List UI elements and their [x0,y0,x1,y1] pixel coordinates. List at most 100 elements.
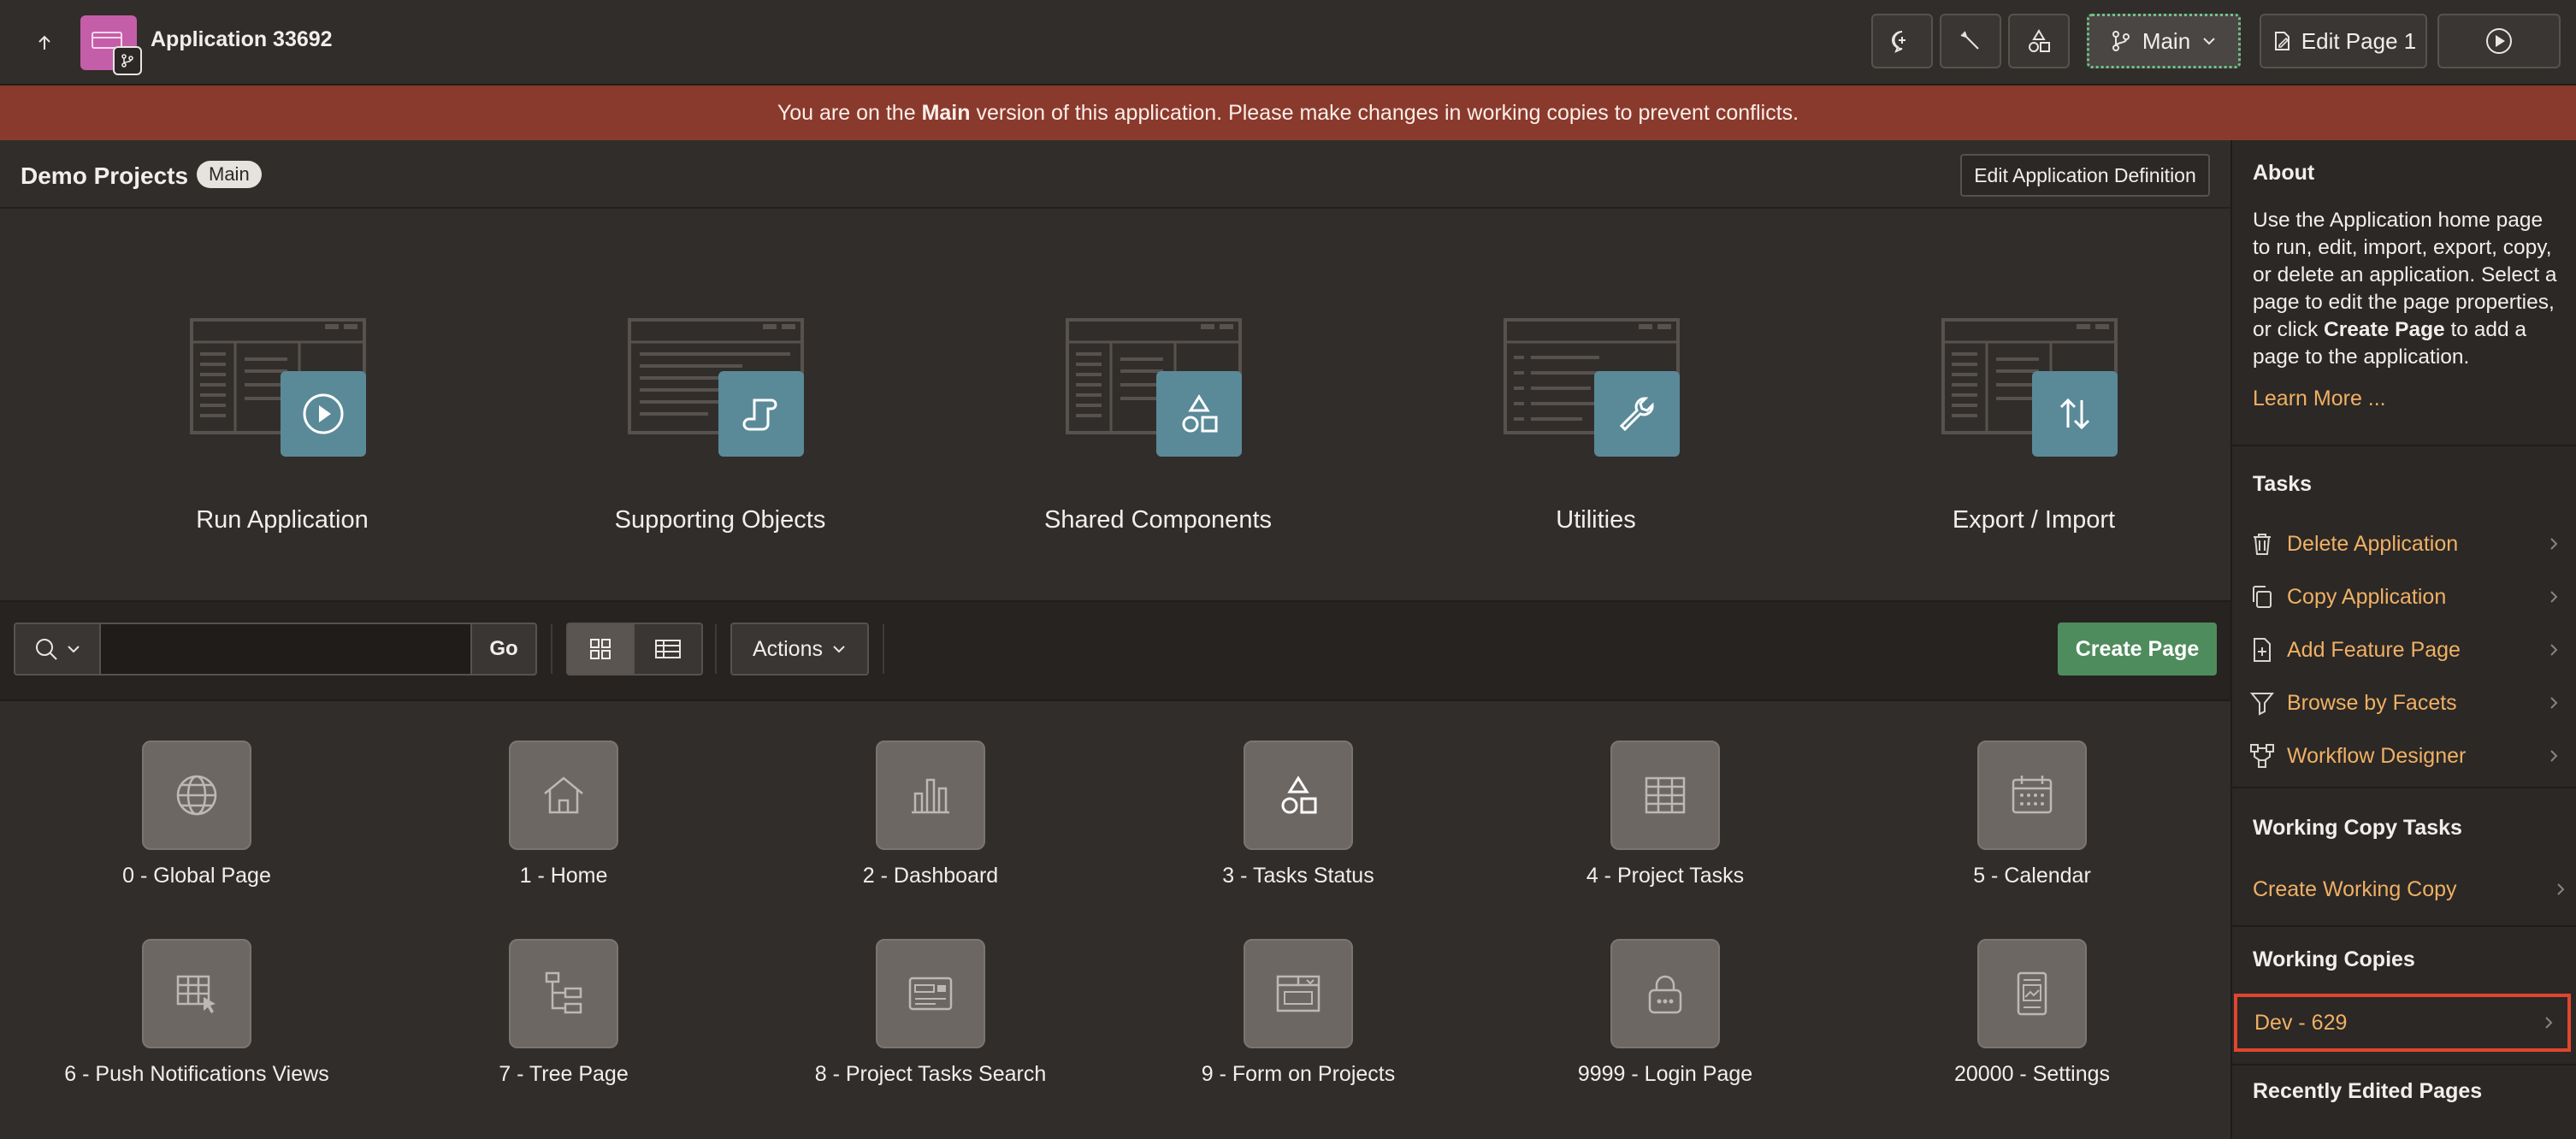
tree-icon [509,939,618,1048]
edit-page-button[interactable]: Edit Page 1 [2260,14,2427,68]
app-tile-supporting-objects[interactable]: Supporting Objects [592,316,848,556]
page-name: 7 - Tree Page [499,1062,629,1086]
run-page-button[interactable] [2437,14,2561,68]
branch-icon [2112,31,2130,51]
search-form-icon [876,939,985,1048]
banner-prefix: You are on the [777,100,922,125]
chevron-right-icon [2550,644,2558,656]
banner-branch: Main [921,100,971,125]
app-logo [80,15,142,75]
wrench-icon [1594,371,1680,457]
up-down-arrows-icon [2032,371,2118,457]
page-name: 20000 - Settings [1953,1062,2111,1086]
divider [551,624,552,674]
page-card[interactable]: 9999 - Login Page [1494,939,1836,1127]
shared-components-button[interactable] [2008,14,2070,68]
page-card[interactable]: 0 - Global Page [26,741,368,929]
search-input[interactable] [101,623,470,676]
grid-cursor-icon [142,939,251,1048]
scroll-icon [718,371,804,457]
about-text: Use the Application home page to run, ed… [2253,207,2561,371]
actions-label: Actions [753,636,823,661]
learn-more-link[interactable]: Learn More ... [2253,387,2386,411]
task-workflow-designer[interactable]: Workflow Designer [2246,734,2562,778]
tile-label: Utilities [1556,506,1636,534]
tile-label: Supporting Objects [614,506,826,534]
edit-page-icon [2274,32,2289,50]
recently-edited-heading: Recently Edited Pages [2253,1079,2483,1103]
page-card[interactable]: 8 - Project Tasks Search [759,939,1102,1127]
shapes-icon [2029,29,2050,52]
icon-view-button[interactable] [566,623,635,676]
chevron-right-icon [2550,750,2558,762]
feedback-button[interactable] [1871,14,1933,68]
about-bold: Create Page [2324,318,2445,341]
edit-page-label: Edit Page 1 [2301,27,2417,54]
app-tile-shared-components[interactable]: Shared Components [1030,316,1286,556]
task-label: Copy Application [2287,584,2447,609]
tile-label: Run Application [196,506,369,534]
form-icon [1244,939,1353,1048]
table-icon [1610,741,1720,850]
filter-icon [2246,687,2278,719]
up-arrow-icon[interactable] [26,24,63,62]
banner-suffix: version of this application. Please make… [970,100,1799,125]
working-copy-item[interactable]: Dev - 629 [2234,994,2571,1052]
developer-tools-button[interactable] [1940,14,2001,68]
tile-label: Shared Components [1044,506,1272,534]
page-name: 5 - Calendar [1973,864,2091,888]
divider [0,207,2230,209]
page-card[interactable]: 4 - Project Tasks [1494,741,1836,929]
chat-plus-icon [1892,31,1905,53]
page-card[interactable]: 2 - Dashboard [759,741,1102,929]
page-card[interactable]: 7 - Tree Page [393,939,735,1127]
chevron-right-icon [2550,538,2558,550]
calendar-icon [1977,741,2087,850]
chevron-down-icon [68,646,80,653]
task-copy-application[interactable]: Copy Application [2246,575,2562,619]
about-heading: About [2253,161,2315,185]
working-copy-label: Dev - 629 [2254,1010,2348,1035]
page-name: 8 - Project Tasks Search [814,1062,1047,1086]
task-add-feature-page[interactable]: Add Feature Page [2246,628,2562,672]
chevron-right-icon [2550,591,2558,603]
tasks-heading: Tasks [2253,472,2313,496]
page-name: 4 - Project Tasks [1586,864,1745,888]
task-browse-by-facets[interactable]: Browse by Facets [2246,681,2562,725]
edit-application-definition-button[interactable]: Edit Application Definition [1960,154,2210,197]
page-card[interactable]: 20000 - Settings [1861,939,2203,1127]
branch-badge-icon [113,46,142,75]
branch-selector[interactable]: Main [2087,14,2241,68]
app-title: Application 33692 [151,27,333,51]
chevron-right-icon [2550,697,2558,709]
lock-icon [1610,939,1720,1048]
go-button[interactable]: Go [470,623,537,676]
chevron-down-icon [833,646,845,653]
shapes-icon [1156,371,1242,457]
page-name: 2 - Dashboard [862,864,999,888]
report-view-button[interactable] [635,623,703,676]
trash-icon [2246,528,2278,560]
app-tile-utilities[interactable]: Utilities [1468,316,1724,556]
actions-menu-button[interactable]: Actions [730,623,869,676]
branch-label: Main [2142,27,2191,54]
working-copies-heading: Working Copies [2253,947,2415,971]
working-copy-tasks-heading: Working Copy Tasks [2253,816,2462,840]
task-label: Workflow Designer [2287,743,2467,768]
page-card[interactable]: 3 - Tasks Status [1127,741,1469,929]
home-icon [509,741,618,850]
page-card[interactable]: 5 - Calendar [1861,741,2203,929]
page-card[interactable]: 1 - Home [393,741,735,929]
app-tile-export-import[interactable]: Export / Import [1905,316,2162,556]
page-card[interactable]: 6 - Push Notifications Views [26,939,368,1127]
app-tile-run-application[interactable]: Run Application [154,316,411,556]
page-card[interactable]: 9 - Form on Projects [1127,939,1469,1127]
divider [715,624,717,674]
page-name: 9 - Form on Projects [1201,1062,1396,1086]
create-working-copy-link[interactable]: Create Working Copy [2253,867,2569,912]
create-working-copy-label: Create Working Copy [2253,876,2457,901]
create-page-button[interactable]: Create Page [2058,623,2217,676]
task-delete-application[interactable]: Delete Application [2246,522,2562,566]
search-filter-dropdown[interactable] [14,623,101,676]
page-name: 0 - Global Page [122,864,271,888]
